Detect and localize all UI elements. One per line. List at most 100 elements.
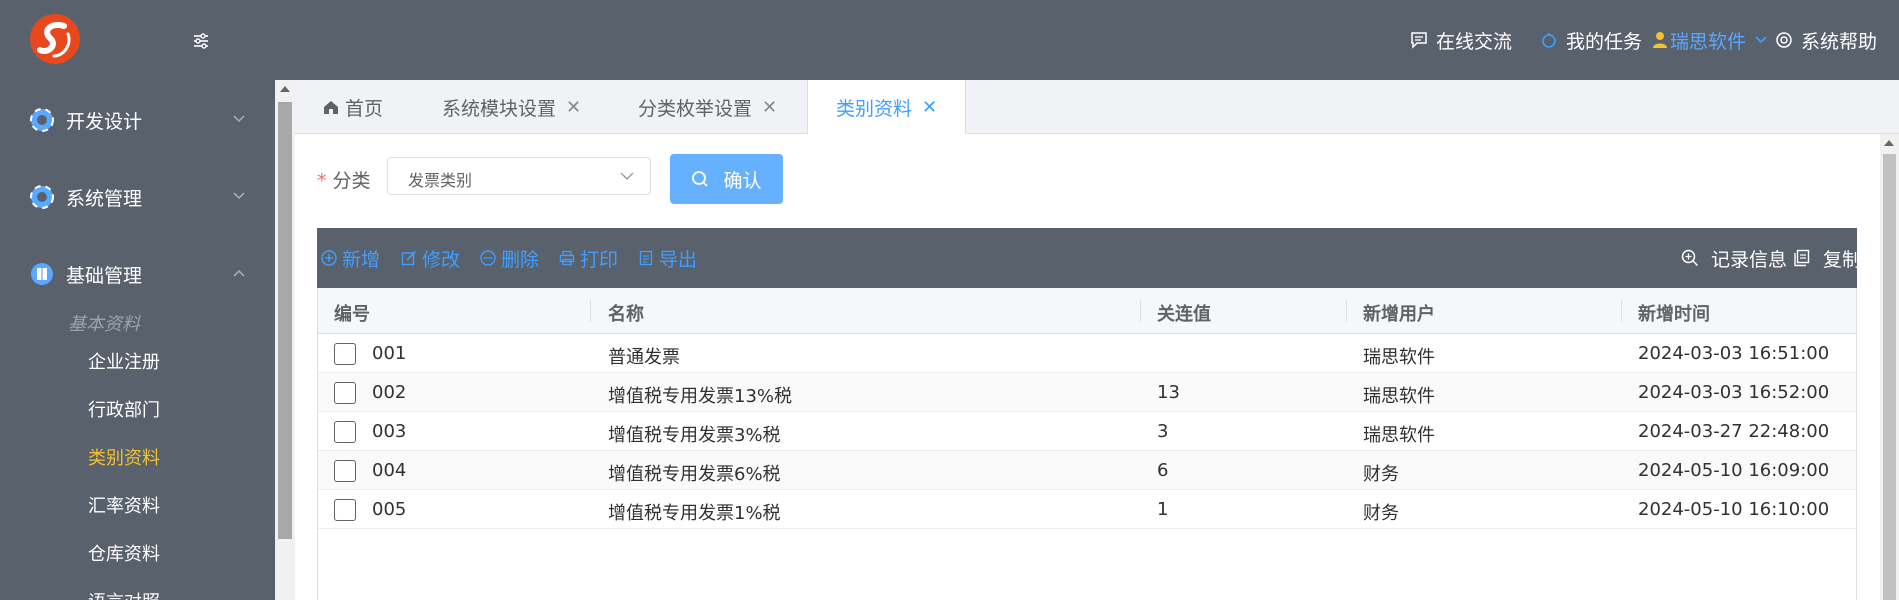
- column-header-value[interactable]: 关连值: [1157, 300, 1211, 326]
- table-row[interactable]: 002 增值税专用发票13%税 13 瑞思软件 2024-03-03 16:52…: [318, 373, 1856, 412]
- cell-value: 3: [1157, 421, 1169, 442]
- scrollbar-thumb[interactable]: [1883, 154, 1896, 600]
- close-icon[interactable]: ✕: [566, 97, 581, 118]
- column-header-time[interactable]: 新增时间: [1638, 300, 1710, 326]
- sidebar-item-language[interactable]: 语言对照: [88, 588, 160, 600]
- column-resize-handle[interactable]: [590, 300, 591, 322]
- edit-button[interactable]: 修改: [401, 246, 460, 271]
- app-logo-icon: [30, 14, 80, 64]
- cell-code: 005: [372, 499, 407, 520]
- tab-home[interactable]: 首页: [323, 80, 383, 134]
- row-checkbox[interactable]: [334, 499, 356, 521]
- tab-label: 系统模块设置: [442, 97, 557, 120]
- add-button[interactable]: 新增: [321, 246, 380, 271]
- scroll-up-arrow-icon[interactable]: [1884, 140, 1894, 146]
- cell-code: 002: [372, 382, 407, 403]
- cell-code: 001: [372, 343, 407, 364]
- cell-name: 增值税专用发票1%税: [608, 503, 781, 524]
- tab-bar: 首页 系统模块设置 ✕ 分类枚举设置 ✕ 类别资料 ✕: [295, 80, 1899, 135]
- sidebar-item-enterprise-register[interactable]: 企业注册: [88, 348, 160, 374]
- column-header-name[interactable]: 名称: [608, 300, 644, 326]
- print-button[interactable]: 打印: [559, 246, 619, 271]
- sidebar-scrollbar[interactable]: [275, 80, 295, 600]
- tab-label: 分类枚举设置: [638, 97, 753, 120]
- column-header-user[interactable]: 新增用户: [1363, 300, 1435, 326]
- cell-user: 瑞思软件: [1363, 347, 1435, 368]
- help-icon: [1776, 32, 1792, 48]
- cell-time: 2024-03-27 22:48:00: [1638, 421, 1830, 442]
- chevron-down-icon: [1755, 36, 1767, 44]
- table-row[interactable]: 003 增值税专用发票3%税 3 瑞思软件 2024-03-27 22:48:0…: [318, 412, 1856, 451]
- submenu-caption: 基本资料: [68, 314, 140, 335]
- confirm-button[interactable]: 确认: [670, 154, 783, 204]
- table-row[interactable]: 004 增值税专用发票6%税 6 财务 2024-05-10 16:09:00: [318, 451, 1856, 490]
- column-resize-handle[interactable]: [1346, 300, 1347, 322]
- search-icon: [692, 171, 709, 187]
- copy-icon: [1794, 249, 1810, 267]
- main-content: * 分类 发票类别 确认 新增 修改 删除 打印 导出 记录信息 复制 编号 名…: [295, 134, 1880, 600]
- chevron-down-icon: [233, 192, 245, 200]
- record-info-button[interactable]: 记录信息: [1681, 246, 1787, 271]
- tab-label: 类别资料: [836, 98, 913, 120]
- copy-button[interactable]: 复制: [1793, 246, 1862, 271]
- category-select[interactable]: 发票类别: [387, 157, 651, 195]
- cell-time: 2024-03-03 16:52:00: [1638, 382, 1830, 403]
- delete-button[interactable]: 删除: [480, 246, 540, 271]
- home-icon: [324, 101, 338, 114]
- scroll-up-arrow-icon[interactable]: [280, 86, 290, 92]
- tab-system-module-settings[interactable]: 系统模块设置 ✕: [442, 80, 581, 134]
- cell-time: 2024-05-10 16:09:00: [1638, 460, 1830, 481]
- cell-value: 1: [1157, 499, 1169, 520]
- cell-code: 004: [372, 460, 407, 481]
- cell-name: 增值税专用发票3%税: [608, 425, 781, 446]
- cell-value: 6: [1157, 460, 1169, 481]
- print-label: 打印: [580, 248, 619, 271]
- table-row[interactable]: 005 增值税专用发票1%税 1 财务 2024-05-10 16:10:00: [318, 490, 1856, 529]
- menu-group-basic-management[interactable]: 基础管理: [0, 244, 275, 304]
- chevron-down-icon: [233, 115, 245, 123]
- export-button[interactable]: 导出: [638, 246, 697, 271]
- delete-label: 删除: [501, 248, 540, 271]
- category-label-text: 分类: [332, 170, 371, 192]
- online-chat-label: 在线交流: [1436, 30, 1513, 53]
- column-resize-handle[interactable]: [1140, 300, 1141, 322]
- cell-value: 13: [1157, 382, 1180, 403]
- collapse-sidebar-icon[interactable]: [192, 32, 210, 50]
- sidebar-item-exchange-rate[interactable]: 汇率资料: [88, 492, 160, 518]
- row-checkbox[interactable]: [334, 421, 356, 443]
- online-chat-link[interactable]: 在线交流: [1410, 28, 1513, 53]
- minus-circle-icon: [480, 250, 496, 266]
- task-icon: [1542, 33, 1556, 48]
- confirm-label: 确认: [723, 169, 762, 192]
- user-menu[interactable]: 瑞思软件: [1652, 28, 1776, 53]
- table-row[interactable]: 001 普通发票 瑞思软件 2024-03-03 16:51:00: [318, 334, 1856, 373]
- menu-group-dev-design[interactable]: 开发设计: [0, 90, 275, 150]
- sidebar-item-admin-department[interactable]: 行政部门: [88, 396, 160, 422]
- row-checkbox[interactable]: [334, 382, 356, 404]
- category-form-label: * 分类: [317, 166, 371, 193]
- close-icon[interactable]: ✕: [922, 97, 937, 118]
- my-tasks-link[interactable]: 我的任务: [1540, 28, 1642, 53]
- content-scrollbar[interactable]: [1880, 134, 1899, 600]
- sidebar-item-category-data[interactable]: 类别资料: [88, 444, 160, 470]
- menu-group-system-management[interactable]: 系统管理: [0, 167, 275, 227]
- copy-label: 复制: [1823, 248, 1862, 271]
- row-checkbox[interactable]: [334, 343, 356, 365]
- tab-category-data[interactable]: 类别资料 ✕: [807, 80, 967, 135]
- row-checkbox[interactable]: [334, 460, 356, 482]
- sidebar-item-warehouse[interactable]: 仓库资料: [88, 540, 160, 566]
- book-icon: [31, 263, 53, 285]
- cell-user: 财务: [1363, 464, 1399, 485]
- chat-icon: [1411, 32, 1427, 49]
- top-header: 在线交流 我的任务 瑞思软件 系统帮助: [0, 0, 1899, 80]
- menu-group-label: 系统管理: [66, 187, 143, 210]
- column-header-code[interactable]: 编号: [334, 300, 370, 326]
- column-resize-handle[interactable]: [1621, 300, 1622, 322]
- user-name: 瑞思软件: [1670, 30, 1747, 53]
- close-icon[interactable]: ✕: [762, 97, 777, 118]
- scrollbar-thumb[interactable]: [278, 102, 292, 539]
- zoom-in-icon: [1681, 249, 1699, 267]
- tab-category-enum-settings[interactable]: 分类枚举设置 ✕: [638, 80, 777, 134]
- cell-time: 2024-03-03 16:51:00: [1638, 343, 1830, 364]
- system-help-link[interactable]: 系统帮助: [1775, 28, 1877, 53]
